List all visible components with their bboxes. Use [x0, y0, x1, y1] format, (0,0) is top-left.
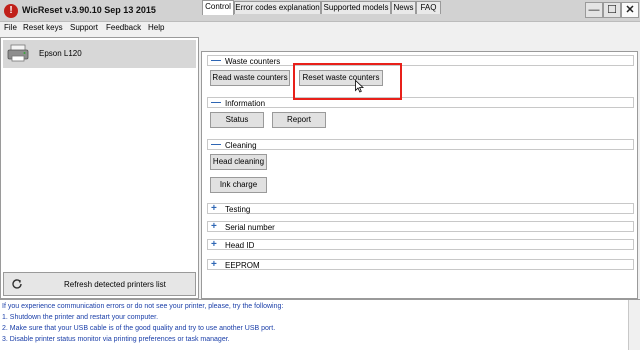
menu-bar: File Reset keys Support Feedback Help — [0, 22, 640, 36]
collapse-icon: — — [211, 55, 221, 66]
tab-error-codes[interactable]: Error codes explanation — [234, 1, 321, 14]
info-scrollbar[interactable] — [628, 300, 640, 350]
group-label: Head ID — [225, 241, 255, 250]
serial-number-group[interactable]: + Serial number — [207, 221, 634, 232]
tab-supported-models[interactable]: Supported models — [321, 1, 391, 14]
maximize-button[interactable]: ☐ — [603, 2, 621, 18]
printer-icon — [7, 44, 29, 62]
info-line: 2. Make sure that your USB cable is of t… — [2, 325, 276, 332]
status-button[interactable]: Status — [210, 112, 264, 128]
highlight-box — [293, 63, 402, 100]
help-info-panel: If you experience communication errors o… — [0, 299, 640, 350]
close-button[interactable]: ✕ — [621, 2, 639, 18]
eeprom-group[interactable]: + EEPROM — [207, 259, 634, 270]
expand-icon: + — [211, 203, 217, 214]
info-line: 1. Shutdown the printer and restart your… — [2, 314, 159, 321]
report-button[interactable]: Report — [272, 112, 326, 128]
expand-icon: + — [211, 259, 217, 270]
group-label: EEPROM — [225, 261, 260, 270]
app-icon: ! — [4, 4, 18, 18]
menu-support[interactable]: Support — [70, 23, 98, 32]
minimize-button[interactable]: — — [585, 2, 603, 18]
testing-group[interactable]: + Testing — [207, 203, 634, 214]
info-line: 3. Disable printer status monitor via pr… — [2, 336, 230, 343]
menu-file[interactable]: File — [4, 23, 17, 32]
printer-list-item[interactable]: Epson L120 — [3, 40, 196, 68]
group-label: Serial number — [225, 223, 275, 232]
tab-faq[interactable]: FAQ — [416, 1, 441, 14]
information-group[interactable]: — Information — [207, 97, 634, 108]
read-waste-counters-button[interactable]: Read waste counters — [210, 70, 290, 86]
collapse-icon: — — [211, 97, 221, 108]
info-line: If you experience communication errors o… — [2, 303, 284, 310]
tab-control[interactable]: Control — [202, 0, 234, 15]
head-cleaning-button[interactable]: Head cleaning — [210, 154, 267, 170]
refresh-icon — [12, 279, 22, 289]
refresh-label: Refresh detected printers list — [64, 280, 166, 289]
collapse-icon: — — [211, 139, 221, 150]
head-id-group[interactable]: + Head ID — [207, 239, 634, 250]
waste-counters-group[interactable]: — Waste counters — [207, 55, 634, 66]
mouse-cursor-icon — [355, 80, 364, 93]
ink-charge-button[interactable]: Ink charge — [210, 177, 267, 193]
group-label: Cleaning — [225, 141, 257, 150]
printer-list: Epson L120 Refresh detected printers lis… — [0, 37, 199, 299]
refresh-printers-button[interactable]: Refresh detected printers list — [3, 272, 196, 296]
expand-icon: + — [211, 221, 217, 232]
group-label: Waste counters — [225, 57, 281, 66]
control-panel: — Waste counters Read waste counters Res… — [201, 51, 638, 299]
group-label: Testing — [225, 205, 251, 214]
menu-feedback[interactable]: Feedback — [106, 23, 141, 32]
tab-news[interactable]: News — [391, 1, 416, 14]
group-label: Information — [225, 99, 266, 108]
menu-help[interactable]: Help — [148, 23, 164, 32]
menu-reset-keys[interactable]: Reset keys — [23, 23, 63, 32]
printer-name: Epson L120 — [39, 49, 82, 58]
window-title: WicReset v.3.90.10 Sep 13 2015 — [22, 5, 156, 15]
expand-icon: + — [211, 239, 217, 250]
cleaning-group[interactable]: — Cleaning — [207, 139, 634, 150]
